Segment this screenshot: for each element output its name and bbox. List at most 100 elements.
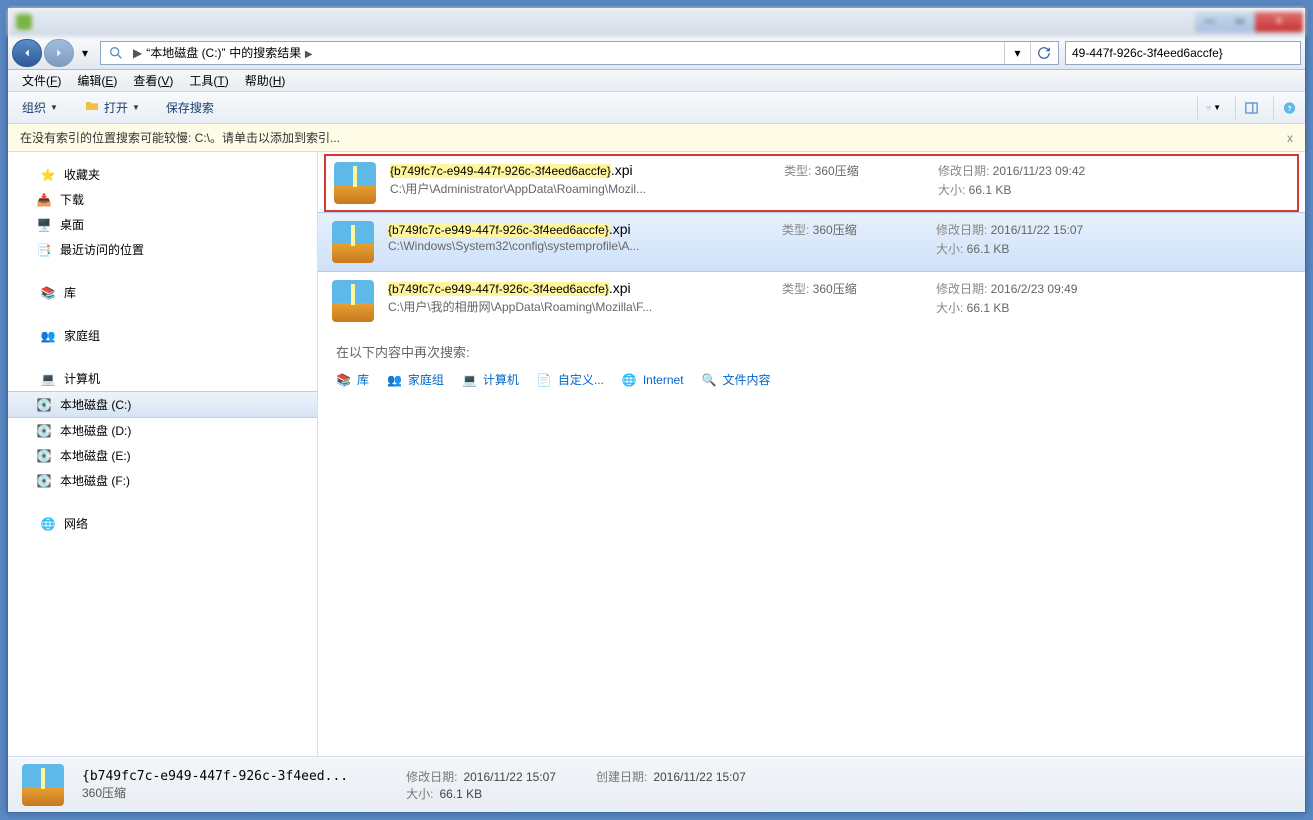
save-search-button[interactable]: 保存搜索 — [160, 95, 220, 120]
search-input[interactable] — [1072, 46, 1294, 60]
sa-label: 家庭组 — [408, 371, 444, 388]
app-icon — [16, 14, 32, 30]
address-bar[interactable]: ▶ “本地磁盘 (C:)” 中的搜索结果 ▶ ▾ — [100, 41, 1059, 65]
status-filename: {b749fc7c-e949-447f-926c-3f4eed... — [82, 769, 348, 784]
titlebar[interactable]: — ▭ ✕ — [8, 8, 1305, 36]
sidebar-recent[interactable]: 📑 最近访问的位置 — [8, 237, 317, 262]
desktop-icon: 🖥️ — [36, 217, 52, 233]
result-type: 类型: 360压缩 — [782, 280, 922, 297]
search-again-label: 在以下内容中再次搜索: — [336, 342, 1287, 361]
search-result-item[interactable]: {b749fc7c-e949-447f-926c-3f4eed6accfe}.x… — [318, 212, 1305, 272]
drive-icon: 💽 — [36, 473, 52, 489]
help-button[interactable]: ? — [1273, 96, 1297, 120]
details-pane: {b749fc7c-e949-447f-926c-3f4eed... 360压缩… — [8, 756, 1305, 812]
refresh-button[interactable] — [1030, 42, 1056, 64]
sidebar: ⭐ 收藏夹 📥 下载 🖥️ 桌面 📑 最近访问的位置 — [8, 152, 318, 756]
menu-view[interactable]: 查看(V) — [125, 70, 181, 91]
sidebar-homegroup[interactable]: 👥 家庭组 — [8, 323, 317, 348]
svg-text:?: ? — [1287, 104, 1292, 113]
result-filename: {b749fc7c-e949-447f-926c-3f4eed6accfe}.x… — [390, 162, 770, 178]
sa-label: 自定义... — [558, 371, 604, 388]
result-type: 类型: 360压缩 — [782, 221, 922, 238]
save-search-label: 保存搜索 — [166, 99, 214, 116]
open-label: 打开 — [104, 99, 128, 116]
homegroup-icon: 👥 — [40, 328, 56, 344]
libraries-icon: 📚 — [40, 285, 56, 301]
sidebar-drive-d[interactable]: 💽 本地磁盘 (D:) — [8, 418, 317, 443]
sa-label: 库 — [357, 371, 369, 388]
back-button[interactable] — [12, 39, 42, 67]
search-again-link[interactable]: 💻 计算机 — [462, 371, 519, 388]
menu-tools[interactable]: 工具(T) — [181, 70, 236, 91]
search-box[interactable] — [1065, 41, 1301, 65]
result-meta: 修改日期: 2016/2/23 09:49大小: 66.1 KB — [936, 280, 1077, 318]
address-dropdown[interactable]: ▾ — [1004, 42, 1030, 64]
breadcrumb-separator: ▶ — [133, 46, 142, 60]
preview-pane-button[interactable] — [1235, 96, 1259, 120]
view-options-button[interactable]: ▼ — [1197, 96, 1221, 120]
minimize-button[interactable]: — — [1195, 12, 1225, 32]
sidebar-libraries[interactable]: 📚 库 — [8, 280, 317, 305]
search-again-link[interactable]: 👥 家庭组 — [387, 371, 444, 388]
menu-help[interactable]: 帮助(H) — [237, 70, 294, 91]
recent-icon: 📑 — [36, 242, 52, 258]
computer-icon: 💻 — [40, 371, 56, 387]
sa-label: 文件内容 — [722, 371, 770, 388]
search-again-section: 在以下内容中再次搜索: 📚库👥家庭组💻计算机📄自定义...🌐Internet🔍文… — [318, 330, 1305, 400]
sa-icon: 📚 — [336, 373, 351, 387]
sidebar-computer[interactable]: 💻 计算机 — [8, 366, 317, 391]
sidebar-drive-f[interactable]: 💽 本地磁盘 (F:) — [8, 468, 317, 493]
result-meta: 修改日期: 2016/11/23 09:42大小: 66.1 KB — [938, 162, 1085, 200]
search-results: {b749fc7c-e949-447f-926c-3f4eed6accfe}.x… — [318, 152, 1305, 756]
drive-icon: 💽 — [36, 448, 52, 464]
organize-button[interactable]: 组织 ▼ — [16, 95, 64, 120]
maximize-button[interactable]: ▭ — [1225, 12, 1255, 32]
sidebar-favorites[interactable]: ⭐ 收藏夹 — [8, 162, 317, 187]
search-again-link[interactable]: 📄 自定义... — [537, 371, 604, 388]
result-path: C:\Windows\System32\config\systemprofile… — [388, 239, 768, 253]
menubar: 文件(F) 编辑(E) 查看(V) 工具(T) 帮助(H) — [8, 70, 1305, 92]
explorer-window: — ▭ ✕ ▾ ▶ “本地磁盘 (C:)” 中的搜索结果 ▶ ▾ — [7, 7, 1306, 813]
sa-icon: 📄 — [537, 373, 552, 387]
star-icon: ⭐ — [40, 167, 56, 183]
infobar-close-button[interactable]: x — [1287, 131, 1293, 145]
result-meta: 修改日期: 2016/11/22 15:07大小: 66.1 KB — [936, 221, 1083, 259]
status-filetype: 360压缩 — [82, 784, 348, 801]
index-warning-bar[interactable]: 在没有索引的位置搜索可能较慢: C:\。请单击以添加到索引... x — [8, 124, 1305, 152]
drive-icon: 💽 — [36, 397, 52, 413]
organize-label: 组织 — [22, 99, 46, 116]
toolbar: 组织 ▼ 打开 ▼ 保存搜索 ▼ ? — [8, 92, 1305, 124]
sa-icon: 💻 — [462, 373, 477, 387]
open-button[interactable]: 打开 ▼ — [78, 94, 146, 121]
search-again-link[interactable]: 📚库 — [336, 371, 369, 388]
forward-button[interactable] — [44, 39, 74, 67]
sidebar-network[interactable]: 🌐 网络 — [8, 511, 317, 536]
search-result-item[interactable]: {b749fc7c-e949-447f-926c-3f4eed6accfe}.x… — [318, 272, 1305, 330]
sidebar-desktop[interactable]: 🖥️ 桌面 — [8, 212, 317, 237]
zip-file-icon — [334, 162, 376, 204]
network-icon: 🌐 — [40, 516, 56, 532]
result-filename: {b749fc7c-e949-447f-926c-3f4eed6accfe}.x… — [388, 280, 768, 296]
downloads-icon: 📥 — [36, 192, 52, 208]
sa-label: 计算机 — [483, 371, 519, 388]
sa-label: Internet — [643, 373, 684, 387]
drive-icon: 💽 — [36, 423, 52, 439]
menu-file[interactable]: 文件(F) — [14, 70, 69, 91]
infobar-text: 在没有索引的位置搜索可能较慢: C:\。请单击以添加到索引... — [20, 129, 340, 146]
breadcrumb[interactable]: “本地磁盘 (C:)” 中的搜索结果 ▶ — [146, 44, 1004, 61]
body: ⭐ 收藏夹 📥 下载 🖥️ 桌面 📑 最近访问的位置 — [8, 152, 1305, 756]
open-folder-icon — [84, 98, 100, 117]
search-again-link[interactable]: 🌐 Internet — [622, 373, 684, 387]
sidebar-drive-e[interactable]: 💽 本地磁盘 (E:) — [8, 443, 317, 468]
search-again-link[interactable]: 🔍 文件内容 — [702, 371, 771, 388]
search-result-item[interactable]: {b749fc7c-e949-447f-926c-3f4eed6accfe}.x… — [324, 154, 1299, 212]
nav-history-dropdown[interactable]: ▾ — [76, 43, 94, 63]
result-path: C:\用户\Administrator\AppData\Roaming\Mozi… — [390, 180, 770, 197]
sidebar-downloads[interactable]: 📥 下载 — [8, 187, 317, 212]
sidebar-drive-c[interactable]: 💽 本地磁盘 (C:) — [8, 391, 317, 418]
menu-edit[interactable]: 编辑(E) — [69, 70, 125, 91]
close-button[interactable]: ✕ — [1255, 12, 1303, 32]
sa-icon: 👥 — [387, 373, 402, 387]
sa-icon: 🔍 — [702, 373, 717, 387]
sa-icon: 🌐 — [622, 373, 637, 387]
